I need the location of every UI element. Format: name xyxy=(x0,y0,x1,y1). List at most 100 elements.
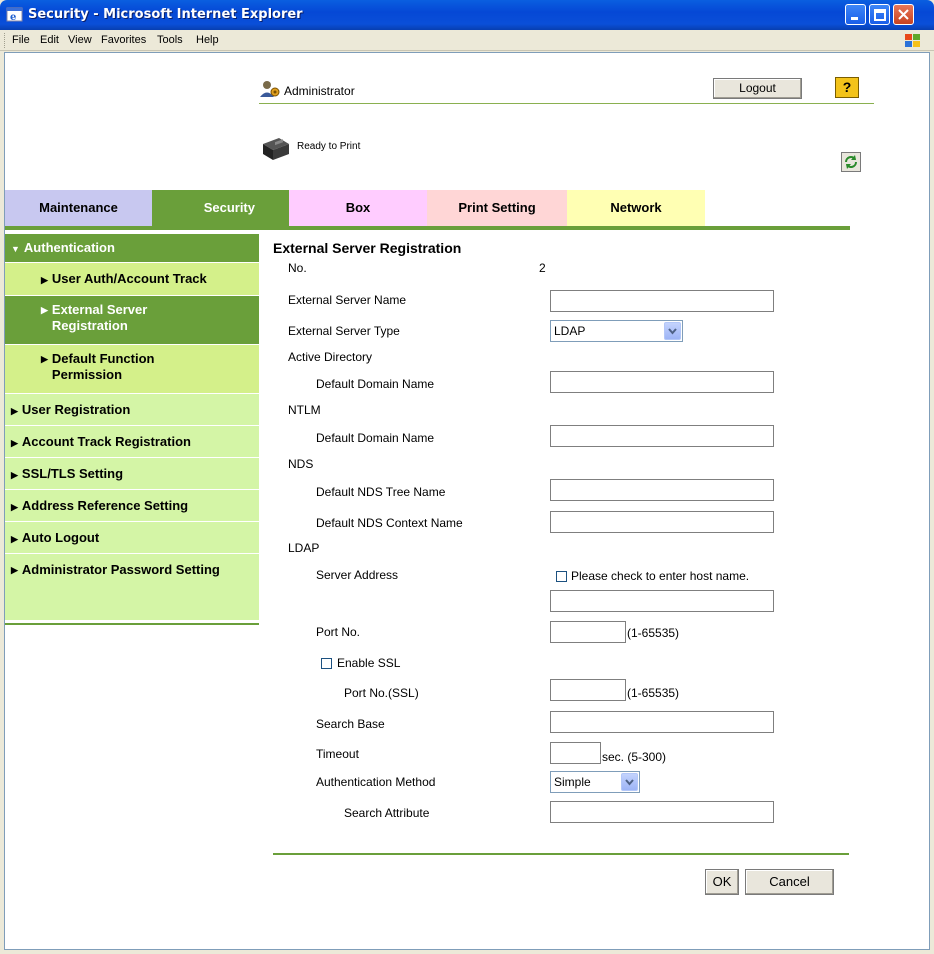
sidebar-item-auto-logout[interactable]: ▶ Auto Logout xyxy=(5,522,259,553)
server-name-label: External Server Name xyxy=(288,293,407,307)
tab-box[interactable]: Box xyxy=(289,190,427,226)
sidebar-item-default-function-permission[interactable]: ▶ Default Function Permission xyxy=(5,345,259,393)
search-base-input[interactable] xyxy=(550,711,774,733)
ntlm-domain-label: Default Domain Name xyxy=(316,431,435,445)
header-divider xyxy=(259,103,874,104)
ssl-port-label: Port No.(SSL) xyxy=(344,686,419,700)
menu-bar: File Edit View Favorites Tools Help xyxy=(0,30,934,51)
sidebar-item-user-auth-account-track[interactable]: ▶ User Auth/Account Track xyxy=(5,263,259,295)
menu-help[interactable]: Help xyxy=(196,34,219,46)
windows-logo-icon xyxy=(905,34,920,47)
tab-network[interactable]: Network xyxy=(567,190,705,226)
cancel-button[interactable]: Cancel xyxy=(745,869,834,895)
search-base-label: Search Base xyxy=(316,717,385,731)
menu-tools[interactable]: Tools xyxy=(157,34,183,46)
port-range: (1-65535) xyxy=(627,626,680,640)
refresh-button[interactable] xyxy=(841,152,861,172)
auth-method-label: Authentication Method xyxy=(316,775,436,789)
menu-file[interactable]: File xyxy=(12,34,30,46)
ad-domain-label: Default Domain Name xyxy=(316,377,435,391)
ok-button[interactable]: OK xyxy=(705,869,739,895)
menu-favorites[interactable]: Favorites xyxy=(101,34,146,46)
ldap-label: LDAP xyxy=(288,541,320,555)
sidebar-item-external-server-registration[interactable]: ▶ External Server Registration xyxy=(5,296,259,344)
triangle-right-icon: ▶ xyxy=(11,565,18,575)
form-footer-divider xyxy=(273,853,849,855)
sidebar-item-account-track-registration[interactable]: ▶ Account Track Registration xyxy=(5,426,259,457)
sidebar-bottom-divider xyxy=(5,623,259,625)
sidebar-item-authentication[interactable]: ▼ Authentication xyxy=(5,234,259,262)
timeout-unit: sec. (5-300) xyxy=(602,750,667,764)
page-title: External Server Registration xyxy=(273,240,462,256)
nds-label: NDS xyxy=(288,457,314,471)
no-value: 2 xyxy=(539,261,546,275)
minimize-button[interactable] xyxy=(845,4,866,25)
server-type-label: External Server Type xyxy=(288,324,400,338)
nds-tree-input[interactable] xyxy=(550,479,774,501)
sidebar-item-user-registration[interactable]: ▶ User Registration xyxy=(5,394,259,425)
menu-view[interactable]: View xyxy=(68,34,92,46)
help-button[interactable]: ? xyxy=(835,77,859,98)
chevron-down-icon xyxy=(668,328,677,335)
nds-context-label: Default NDS Context Name xyxy=(316,516,463,530)
menu-edit[interactable]: Edit xyxy=(40,34,59,46)
user-label: Administrator xyxy=(284,84,355,98)
sidebar-item-ssl-tls-setting[interactable]: ▶ SSL/TLS Setting xyxy=(5,458,259,489)
triangle-right-icon: ▶ xyxy=(11,438,18,448)
ntlm-label: NTLM xyxy=(288,403,321,417)
refresh-icon xyxy=(845,155,857,169)
ssl-port-input[interactable] xyxy=(550,679,626,701)
no-label: No. xyxy=(288,261,307,275)
chevron-down-icon xyxy=(625,779,634,786)
triangle-right-icon: ▶ xyxy=(11,406,18,416)
triangle-right-icon: ▶ xyxy=(41,354,48,364)
maximize-icon xyxy=(874,9,886,21)
search-attribute-input[interactable] xyxy=(550,801,774,823)
server-address-input[interactable] xyxy=(550,590,774,612)
active-directory-label: Active Directory xyxy=(288,350,373,364)
tab-security[interactable]: Security xyxy=(152,190,289,226)
page-content: Administrator Logout ? Ready to Print Ma… xyxy=(4,52,930,950)
tab-print-setting[interactable]: Print Setting xyxy=(427,190,567,226)
window-title-bar[interactable]: e Security - Microsoft Internet Explorer xyxy=(0,0,934,30)
dropdown-button[interactable] xyxy=(664,322,681,340)
triangle-right-icon: ▶ xyxy=(41,275,48,285)
minimize-icon xyxy=(851,17,858,20)
timeout-label: Timeout xyxy=(316,747,359,761)
triangle-right-icon: ▶ xyxy=(11,534,18,544)
triangle-right-icon: ▶ xyxy=(11,470,18,480)
host-name-checkbox-label: Please check to enter host name. xyxy=(571,569,750,583)
timeout-input[interactable] xyxy=(550,742,601,764)
ntlm-domain-input[interactable] xyxy=(550,425,774,447)
triangle-right-icon: ▶ xyxy=(11,502,18,512)
server-type-select[interactable]: LDAP xyxy=(550,320,683,342)
host-name-checkbox[interactable] xyxy=(556,571,567,582)
svg-text:e: e xyxy=(10,12,16,23)
sidebar-item-address-reference-setting[interactable]: ▶ Address Reference Setting xyxy=(5,490,259,521)
server-name-input[interactable] xyxy=(550,290,774,312)
close-button[interactable] xyxy=(893,4,914,25)
triangle-down-icon: ▼ xyxy=(11,244,20,254)
port-input[interactable] xyxy=(550,621,626,643)
internet-explorer-icon: e xyxy=(6,7,23,23)
logout-button[interactable]: Logout xyxy=(713,78,802,99)
dropdown-button[interactable] xyxy=(621,773,638,791)
enable-ssl-checkbox[interactable] xyxy=(321,658,332,669)
nds-context-input[interactable] xyxy=(550,511,774,533)
tab-maintenance[interactable]: Maintenance xyxy=(5,190,152,226)
auth-method-select[interactable]: Simple xyxy=(550,771,640,793)
triangle-right-icon: ▶ xyxy=(41,305,48,315)
sidebar-item-administrator-password-setting[interactable]: ▶ Administrator Password Setting xyxy=(5,554,259,620)
administrator-icon xyxy=(260,81,280,97)
maximize-button[interactable] xyxy=(869,4,890,25)
close-icon xyxy=(898,9,909,20)
tab-divider xyxy=(5,226,850,230)
nds-tree-label: Default NDS Tree Name xyxy=(316,485,446,499)
toolbar-grip xyxy=(4,33,7,48)
ssl-port-range: (1-65535) xyxy=(627,686,680,700)
ad-domain-input[interactable] xyxy=(550,371,774,393)
window-title: Security - Microsoft Internet Explorer xyxy=(28,7,303,22)
printer-status: Ready to Print xyxy=(297,141,361,152)
enable-ssl-label: Enable SSL xyxy=(337,656,401,670)
printer-icon xyxy=(263,138,289,160)
